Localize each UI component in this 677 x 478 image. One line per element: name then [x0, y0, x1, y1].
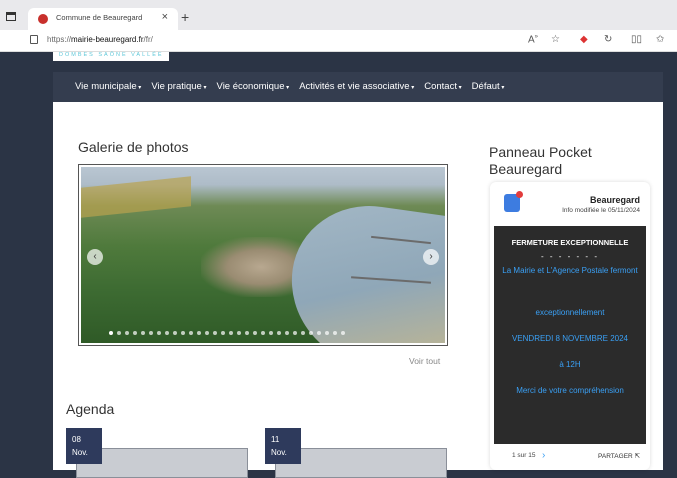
favorites-icon[interactable]: ✩	[656, 34, 664, 45]
gallery-dot[interactable]	[189, 331, 193, 335]
browser-window: Commune de Beauregard × + https://mairie…	[0, 0, 677, 478]
panneau-message-line: VENDREDI 8 NOVEMBRE 2024	[511, 334, 629, 343]
gallery-dot[interactable]	[125, 331, 129, 335]
extension-icon[interactable]: ◆	[580, 34, 588, 45]
photo-gallery[interactable]: ‹ ›	[78, 164, 448, 346]
nav-item[interactable]: Défaut	[472, 81, 505, 92]
panneau-share-button[interactable]: PARTAGER ⇱	[598, 452, 640, 460]
site-favicon-icon	[38, 14, 48, 24]
tab-strip: Commune de Beauregard × +	[0, 0, 677, 30]
gallery-dot[interactable]	[133, 331, 137, 335]
gallery-dot[interactable]	[221, 331, 225, 335]
window-menu-icon[interactable]	[6, 12, 16, 21]
tab-title: Commune de Beauregard	[56, 13, 143, 22]
see-all-link[interactable]: Voir tout	[409, 356, 440, 366]
gallery-next-icon[interactable]: ›	[423, 249, 439, 265]
event-day: 08	[72, 435, 81, 444]
gallery-dot[interactable]	[277, 331, 281, 335]
gallery-dot[interactable]	[157, 331, 161, 335]
panneau-message-line: - - - - - - -	[541, 252, 599, 261]
event-month: Nov.	[271, 448, 287, 457]
panneau-pager: 1 sur 15	[512, 452, 536, 459]
lock-icon[interactable]	[30, 35, 38, 44]
favorite-star-icon[interactable]: ☆	[551, 34, 560, 45]
gallery-dot[interactable]	[269, 331, 273, 335]
share-icon: ⇱	[634, 453, 640, 460]
gallery-dot[interactable]	[181, 331, 185, 335]
nav-item[interactable]: Vie municipale	[75, 81, 141, 92]
photo-field-area	[81, 176, 191, 218]
main-navigation: Vie municipale Vie pratique Vie économique…	[53, 72, 663, 102]
gallery-dot[interactable]	[165, 331, 169, 335]
agenda-event[interactable]: 08 Nov.	[66, 428, 248, 478]
panneau-message-line: FERMETURE EXCEPTIONNELLE	[511, 238, 629, 247]
panneau-pocket-widget: Beauregard Info modifiée le 05/11/2024 F…	[490, 182, 650, 470]
gallery-dot[interactable]	[301, 331, 305, 335]
panneau-message[interactable]: FERMETURE EXCEPTIONNELLE - - - - - - - La …	[494, 226, 646, 444]
gallery-dot[interactable]	[317, 331, 321, 335]
panneau-pocket-title: Panneau Pocket Beauregard	[489, 144, 592, 177]
address-bar[interactable]: https://mairie-beauregard.fr/fr/ A» ☆ ◆ …	[0, 30, 677, 52]
logo-text: DOMBES SAÔNE VALLÉE	[59, 52, 164, 58]
panneau-message-line: exceptionnellement	[535, 308, 605, 317]
gallery-dot[interactable]	[261, 331, 265, 335]
panneau-footer: 1 sur 15 › PARTAGER ⇱	[490, 448, 650, 468]
event-date-badge: 08 Nov.	[66, 428, 102, 464]
gallery-dot[interactable]	[213, 331, 217, 335]
close-tab-icon[interactable]: ×	[162, 11, 168, 23]
panneau-message-line: à 12H	[559, 360, 581, 369]
nav-item[interactable]: Activités et vie associative	[299, 81, 414, 92]
site-logo[interactable]: DOMBES SAÔNE VALLÉE	[53, 52, 169, 61]
page-left-margin	[0, 52, 53, 470]
panneau-next-icon[interactable]: ›	[542, 450, 545, 461]
gallery-dot[interactable]	[341, 331, 345, 335]
event-date-badge: 11 Nov.	[265, 428, 301, 464]
gallery-dot[interactable]	[117, 331, 121, 335]
gallery-pagination	[109, 331, 345, 335]
gallery-dot[interactable]	[149, 331, 153, 335]
nav-item[interactable]: Vie économique	[217, 81, 290, 92]
event-day: 11	[271, 435, 280, 444]
gallery-dot[interactable]	[141, 331, 145, 335]
gallery-dot[interactable]	[325, 331, 329, 335]
url-text[interactable]: https://mairie-beauregard.fr/fr/	[47, 35, 153, 44]
photo-river-area	[280, 195, 445, 343]
gallery-dot[interactable]	[173, 331, 177, 335]
gallery-prev-icon[interactable]: ‹	[87, 249, 103, 265]
gallery-dot[interactable]	[109, 331, 113, 335]
nav-item[interactable]: Contact	[424, 81, 461, 92]
gallery-title: Galerie de photos	[78, 139, 189, 155]
agenda-event[interactable]: 11 Nov.	[265, 428, 447, 478]
gallery-dot[interactable]	[205, 331, 209, 335]
gallery-dot[interactable]	[229, 331, 233, 335]
main-content: Galerie de photos ‹ › Voir tout Agenda 0…	[53, 102, 663, 478]
agenda-title: Agenda	[66, 401, 115, 417]
browser-tab[interactable]: Commune de Beauregard ×	[28, 8, 178, 30]
aerial-photo[interactable]: ‹ ›	[81, 167, 445, 343]
nav-menu: Vie municipale Vie pratique Vie économique…	[75, 81, 504, 92]
gallery-dot[interactable]	[245, 331, 249, 335]
event-month: Nov.	[72, 448, 88, 457]
gallery-dot[interactable]	[237, 331, 241, 335]
page-right-margin	[663, 52, 677, 470]
gallery-dot[interactable]	[285, 331, 289, 335]
split-screen-icon[interactable]: ▯▯	[631, 34, 642, 45]
gallery-dot[interactable]	[197, 331, 201, 335]
panneau-message-line: Merci de votre compréhension	[516, 386, 624, 395]
read-aloud-icon[interactable]: A»	[528, 34, 538, 45]
gallery-dot[interactable]	[293, 331, 297, 335]
new-tab-button[interactable]: +	[181, 9, 189, 25]
gallery-dot[interactable]	[309, 331, 313, 335]
panneau-modified-date: Info modifiée le 05/11/2024	[562, 207, 640, 214]
refresh-icon[interactable]: ↻	[604, 34, 612, 45]
gallery-dot[interactable]	[253, 331, 257, 335]
panneau-message-line: La Mairie et L'Agence Postale fermont	[502, 266, 638, 275]
panneau-commune-name: Beauregard	[589, 195, 640, 205]
nav-item[interactable]: Vie pratique	[151, 81, 206, 92]
panneau-pocket-app-icon	[504, 191, 523, 212]
gallery-dot[interactable]	[333, 331, 337, 335]
